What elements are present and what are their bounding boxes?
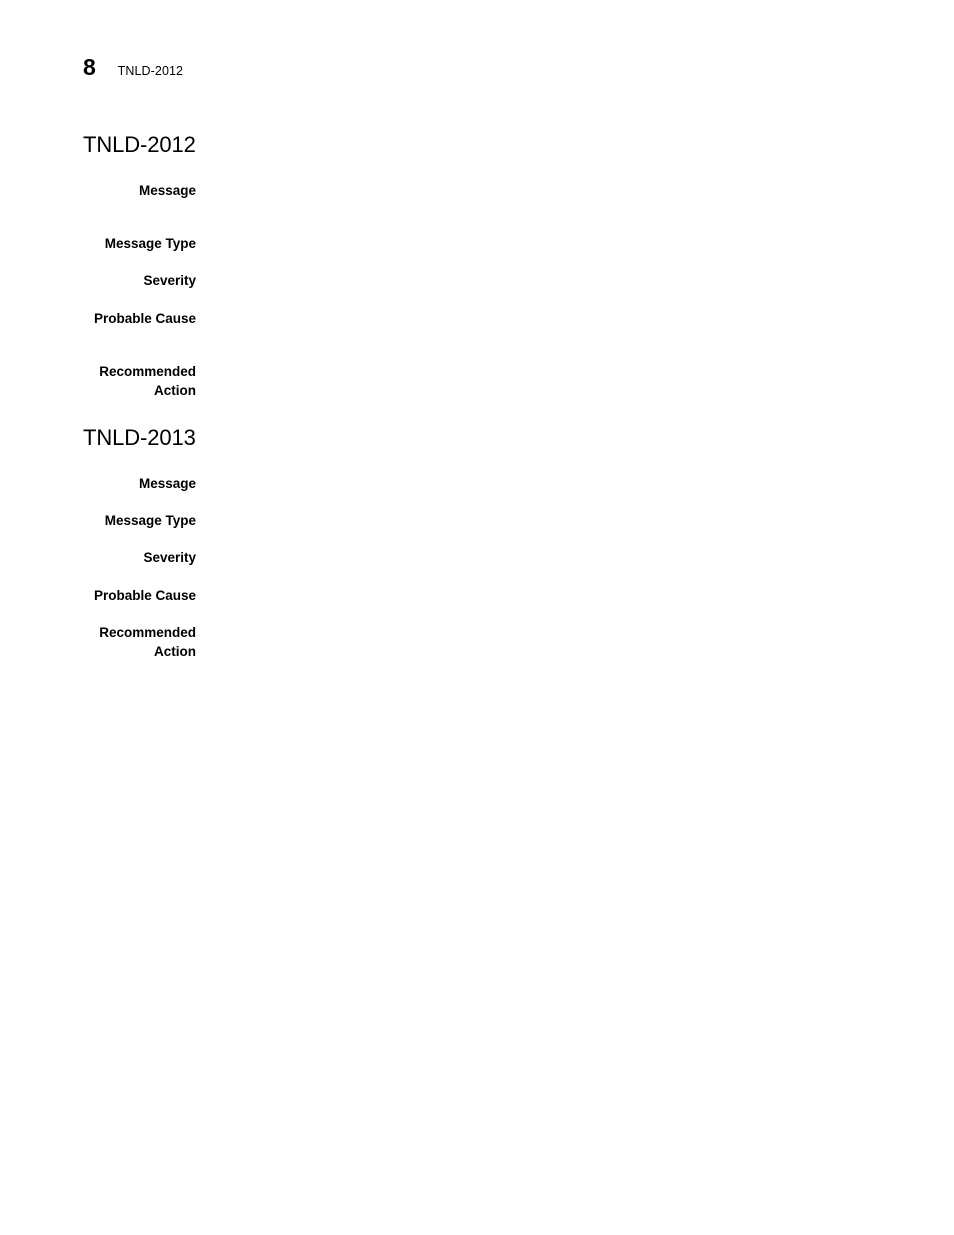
field-value <box>196 271 954 290</box>
field-row: Recommended Action <box>0 623 954 662</box>
field-value <box>196 623 954 642</box>
field-value <box>196 511 954 530</box>
field-row: Probable Cause <box>0 586 954 605</box>
field-value <box>196 586 954 605</box>
section-heading: TNLD-2012 <box>83 132 196 157</box>
field-value <box>196 362 954 381</box>
page-number: 8 <box>83 54 96 80</box>
field-label: Probable Cause <box>93 311 196 326</box>
field-label: Probable Cause <box>93 588 196 603</box>
field-value <box>196 309 954 328</box>
field-label: Severity <box>143 273 196 288</box>
section-heading: TNLD-2013 <box>83 425 196 450</box>
field-label: Message Type <box>104 513 196 528</box>
field-row: Message <box>0 181 954 200</box>
field-value <box>196 548 954 567</box>
field-label: Recommended Action <box>99 625 196 660</box>
field-row: Severity <box>0 271 954 290</box>
document-page: 8 TNLD-2012 TNLD-2012 Message Message Type… <box>0 0 954 1235</box>
field-value <box>196 234 954 253</box>
running-header-title: TNLD-2012 <box>117 64 184 78</box>
field-label: Message <box>138 183 196 198</box>
field-label: Message Type <box>104 236 196 251</box>
field-value <box>196 181 954 200</box>
field-row: Message Type <box>0 511 954 530</box>
field-row: Probable Cause <box>0 309 954 328</box>
field-row: Message <box>0 474 954 493</box>
field-row: Recommended Action <box>0 362 954 401</box>
field-label: Message <box>138 476 196 491</box>
field-row: Message Type <box>0 234 954 253</box>
field-value <box>196 474 954 493</box>
field-label: Severity <box>143 550 196 565</box>
running-header: 8 TNLD-2012 <box>83 56 183 79</box>
field-label: Recommended Action <box>99 364 196 399</box>
field-row: Severity <box>0 548 954 567</box>
